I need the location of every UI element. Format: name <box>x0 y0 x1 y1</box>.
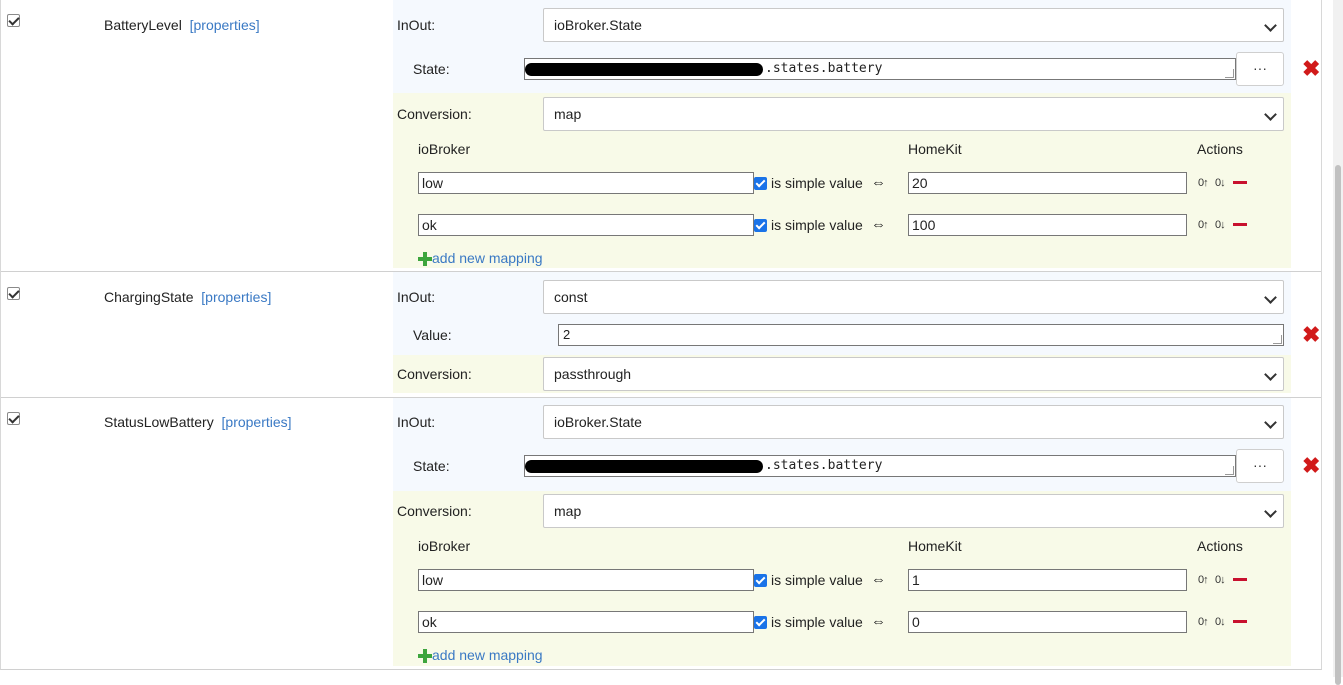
conversion-select[interactable]: map <box>543 97 1284 131</box>
delete-characteristic-icon[interactable]: ✖ <box>1302 58 1320 80</box>
scrollbar-thumb[interactable] <box>1335 165 1341 685</box>
move-down-icon[interactable]: 0↓ <box>1215 616 1226 628</box>
conversion-label: Conversion: <box>397 366 472 382</box>
col-header-iobroker: ioBroker <box>418 538 471 554</box>
mapping-iobroker-input[interactable]: ok <box>418 611 754 633</box>
col-header-iobroker: ioBroker <box>418 141 471 157</box>
enable-checkbox[interactable] <box>7 412 20 425</box>
redaction-bar <box>525 460 763 473</box>
resize-handle-icon[interactable] <box>1273 335 1282 344</box>
bidirectional-arrow-icon: ⇔ <box>871 613 886 630</box>
remove-mapping-icon[interactable] <box>1233 181 1247 184</box>
browse-state-button[interactable]: ··· <box>1236 52 1284 86</box>
simple-value-label: is simple value <box>771 614 863 630</box>
simple-value-checkbox[interactable] <box>754 219 767 232</box>
vertical-scrollbar[interactable] <box>1333 0 1343 685</box>
chevron-down-icon <box>1264 108 1277 121</box>
simple-value-label: is simple value <box>771 175 863 191</box>
value-label: Value: <box>413 327 452 343</box>
chevron-down-icon <box>1264 416 1277 429</box>
move-up-icon[interactable]: 0↑ <box>1198 616 1209 628</box>
chevron-down-icon <box>1264 291 1277 304</box>
remove-mapping-icon[interactable] <box>1233 223 1247 226</box>
chevron-down-icon <box>1264 19 1277 32</box>
conversion-label: Conversion: <box>397 106 472 122</box>
enable-checkbox[interactable] <box>7 14 20 27</box>
simple-value-label: is simple value <box>771 572 863 588</box>
delete-characteristic-icon[interactable]: ✖ <box>1302 455 1320 477</box>
bidirectional-arrow-icon: ⇔ <box>871 174 886 191</box>
resize-handle-icon[interactable] <box>1225 466 1234 475</box>
value-input[interactable]: 2 <box>558 324 1284 346</box>
enable-checkbox[interactable] <box>7 287 20 300</box>
inout-select[interactable]: const <box>543 280 1284 314</box>
browse-state-button[interactable]: ··· <box>1236 449 1284 483</box>
conversion-select[interactable]: map <box>543 494 1284 528</box>
inout-label: InOut: <box>397 17 436 33</box>
simple-value-label: is simple value <box>771 217 863 233</box>
state-label: State: <box>413 458 450 474</box>
chevron-down-icon <box>1264 368 1277 381</box>
mapping-iobroker-input[interactable]: low <box>418 569 754 591</box>
col-header-actions: Actions <box>1197 538 1243 554</box>
conversion-select[interactable]: passthrough <box>543 357 1284 391</box>
bidirectional-arrow-icon: ⇔ <box>871 571 886 588</box>
characteristic-name: StatusLowBattery [properties] <box>104 414 292 430</box>
inout-select[interactable]: ioBroker.State <box>543 8 1284 42</box>
simple-value-checkbox[interactable] <box>754 177 767 190</box>
characteristic-name: ChargingState [properties] <box>104 289 272 305</box>
properties-link[interactable]: [properties] <box>222 414 292 430</box>
remove-mapping-icon[interactable] <box>1233 620 1247 623</box>
col-header-actions: Actions <box>1197 141 1243 157</box>
add-mapping-link[interactable]: add new mapping <box>432 250 543 266</box>
mapping-homekit-input[interactable]: 20 <box>908 172 1187 194</box>
add-icon[interactable] <box>418 649 432 663</box>
move-up-icon[interactable]: 0↑ <box>1198 574 1209 586</box>
add-icon[interactable] <box>418 252 432 266</box>
move-down-icon[interactable]: 0↓ <box>1215 177 1226 189</box>
conversion-label: Conversion: <box>397 503 472 519</box>
redaction-bar <box>525 63 763 76</box>
inout-label: InOut: <box>397 414 436 430</box>
characteristic-name: BatteryLevel [properties] <box>104 17 260 33</box>
bidirectional-arrow-icon: ⇔ <box>871 216 886 233</box>
col-header-homekit: HomeKit <box>908 141 962 157</box>
state-label: State: <box>413 61 450 77</box>
mapping-homekit-input[interactable]: 0 <box>908 611 1187 633</box>
mapping-homekit-input[interactable]: 100 <box>908 214 1187 236</box>
mapping-iobroker-input[interactable]: low <box>418 172 754 194</box>
delete-characteristic-icon[interactable]: ✖ <box>1302 324 1320 346</box>
mapping-homekit-input[interactable]: 1 <box>908 569 1187 591</box>
simple-value-checkbox[interactable] <box>754 574 767 587</box>
remove-mapping-icon[interactable] <box>1233 578 1247 581</box>
resize-handle-icon[interactable] <box>1225 69 1234 78</box>
mapping-iobroker-input[interactable]: ok <box>418 214 754 236</box>
properties-link[interactable]: [properties] <box>190 17 260 33</box>
move-up-icon[interactable]: 0↑ <box>1198 177 1209 189</box>
properties-link[interactable]: [properties] <box>201 289 271 305</box>
inout-label: InOut: <box>397 289 436 305</box>
add-mapping-link[interactable]: add new mapping <box>432 647 543 663</box>
move-up-icon[interactable]: 0↑ <box>1198 219 1209 231</box>
inout-select[interactable]: ioBroker.State <box>543 405 1284 439</box>
move-down-icon[interactable]: 0↓ <box>1215 219 1226 231</box>
move-down-icon[interactable]: 0↓ <box>1215 574 1226 586</box>
chevron-down-icon <box>1264 505 1277 518</box>
col-header-homekit: HomeKit <box>908 538 962 554</box>
simple-value-checkbox[interactable] <box>754 616 767 629</box>
